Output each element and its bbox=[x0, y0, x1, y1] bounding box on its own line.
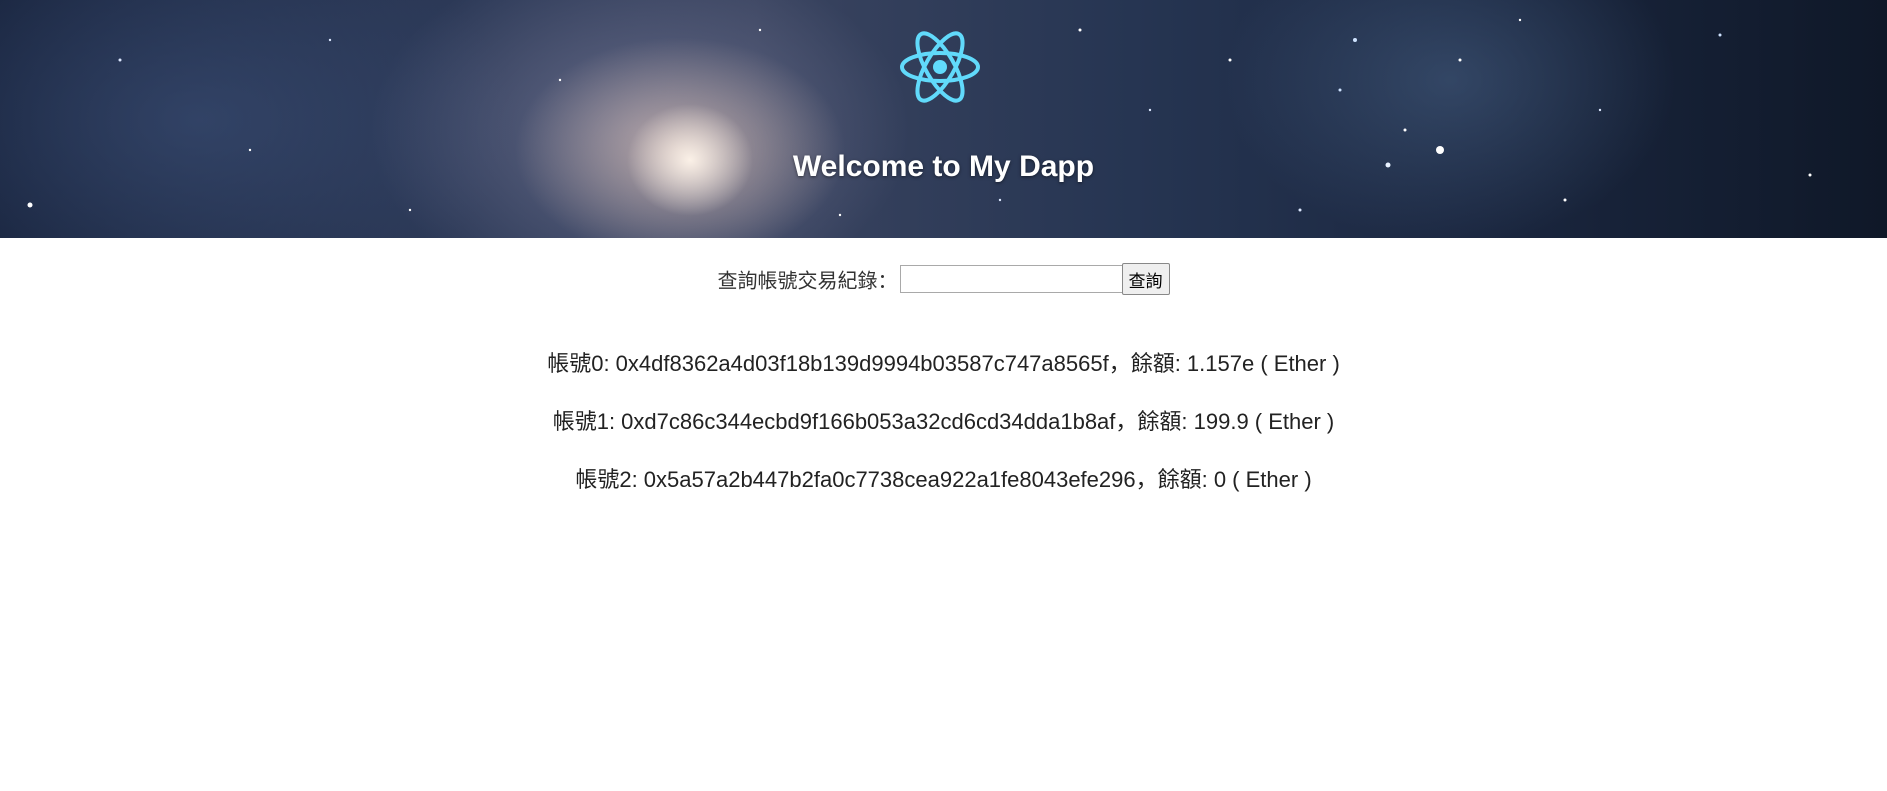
search-label: 查詢帳號交易紀錄： bbox=[717, 270, 898, 293]
account-search-input[interactable] bbox=[899, 265, 1124, 293]
account-row-2: 帳號2: 0x5a57a2b447b2fa0c7738cea922a1fe804… bbox=[575, 467, 1312, 492]
search-button[interactable]: 查詢 bbox=[1121, 263, 1170, 295]
page-title: Welcome to My Dapp bbox=[792, 150, 1095, 183]
react-atom-icon bbox=[900, 31, 980, 103]
account-row-0: 帳號0: 0x4df8362a4d03f18b139d9994b03587c74… bbox=[547, 351, 1340, 376]
hero-header: Welcome to My Dapp bbox=[0, 0, 1887, 238]
account-row-1: 帳號1: 0xd7c86c344ecbd9f166b053a32cd6cd34d… bbox=[552, 409, 1335, 434]
account-list: 帳號0: 0x4df8362a4d03f18b139d9994b03587c74… bbox=[0, 350, 1887, 524]
transaction-search-form: 查詢帳號交易紀錄： 查詢 bbox=[0, 263, 1887, 295]
